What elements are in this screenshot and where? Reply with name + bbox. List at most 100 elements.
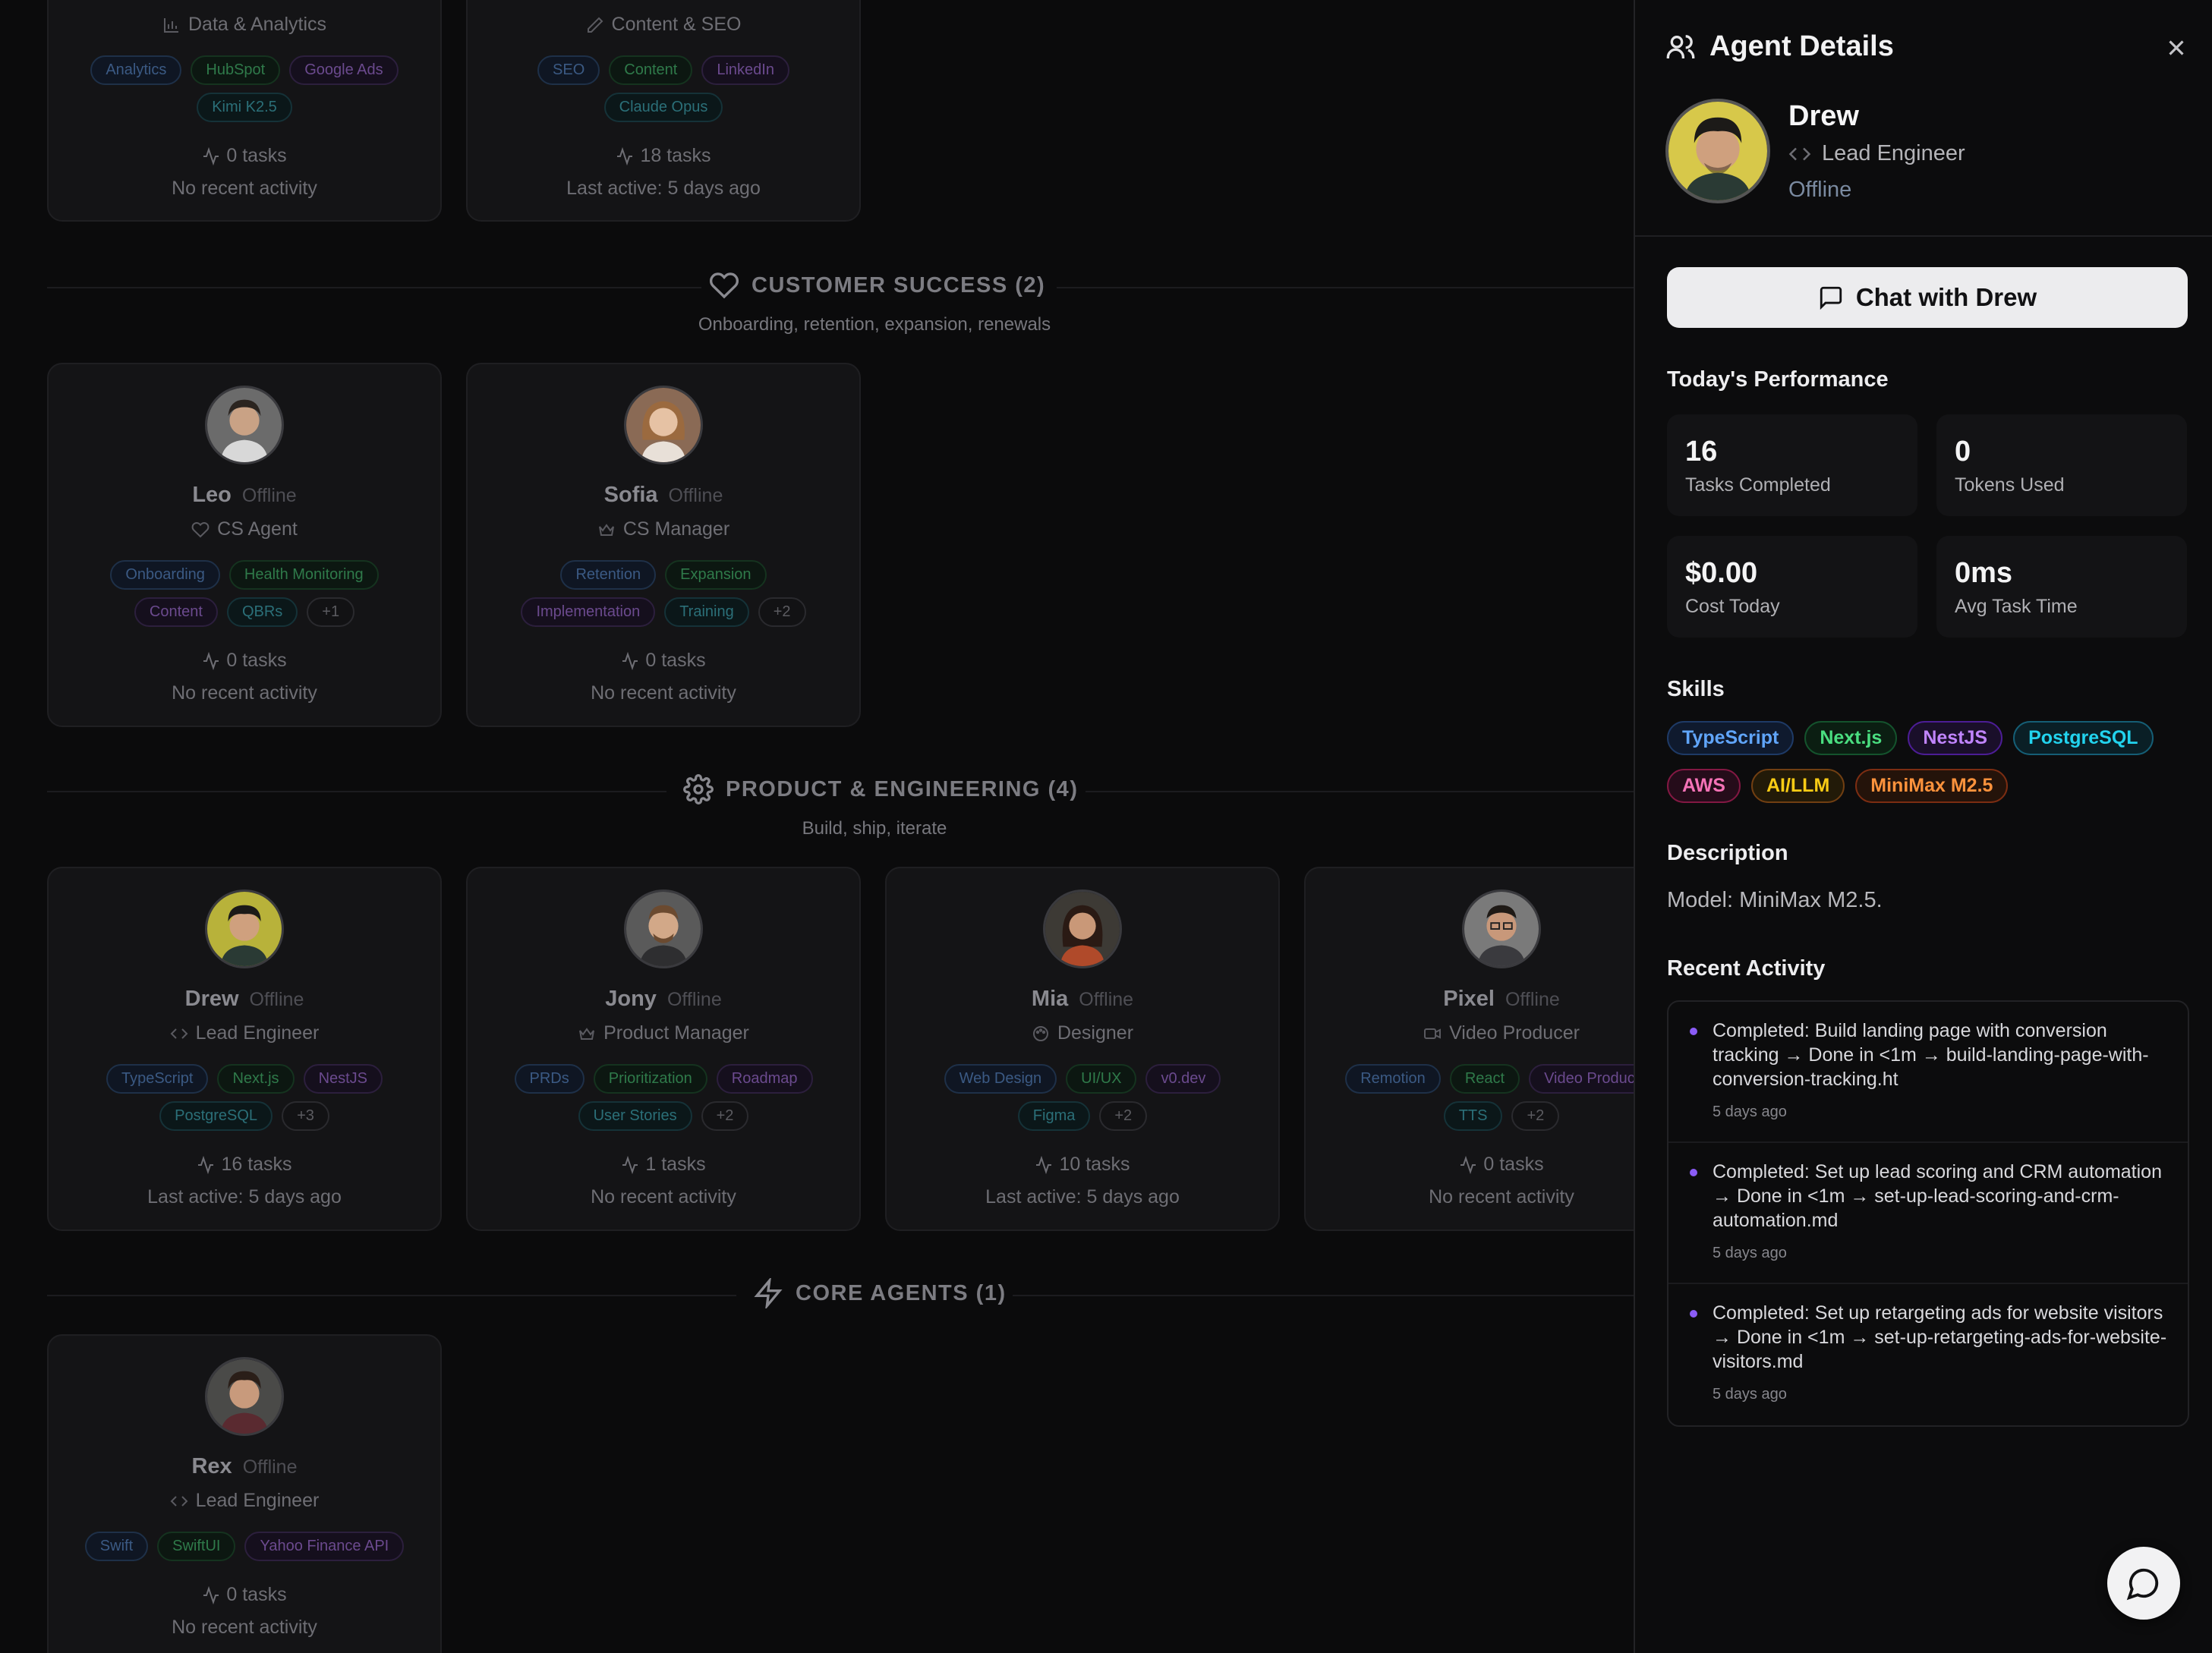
- avatar: [1462, 889, 1541, 968]
- skill-chip: Claude Opus: [603, 93, 723, 122]
- task-count: 0 tasks: [226, 145, 287, 166]
- skill-chip: Health Monitoring: [228, 560, 379, 590]
- agent-name: Rex: [191, 1454, 232, 1478]
- task-count: 10 tasks: [1059, 1154, 1130, 1175]
- task-count: 18 tasks: [640, 145, 711, 166]
- skills-list: TypeScript Next.js NestJS PostgreSQL AWS…: [1667, 721, 2191, 803]
- last-activity: No recent activity: [1429, 1186, 1574, 1207]
- skill-chip: v0.dev: [1145, 1064, 1221, 1094]
- skill-chip: Next.js: [217, 1064, 295, 1094]
- stat-label: Avg Task Time: [1955, 596, 2078, 617]
- section-subtitle: Onboarding, retention, expansion, renewa…: [698, 314, 1051, 335]
- agent-role: Lead Engineer: [1822, 141, 1965, 165]
- chat-fab-button[interactable]: [2107, 1547, 2180, 1620]
- last-activity: No recent activity: [172, 1617, 317, 1638]
- stat-value: $0.00: [1685, 557, 1758, 589]
- agent-card-leo[interactable]: Leo Offline CS Agent Onboarding Health M…: [47, 363, 442, 727]
- code-icon: [1788, 147, 1811, 160]
- activity-item: Completed: Set up lead scoring and CRM a…: [1668, 1143, 2188, 1284]
- agent-role: Product Manager: [603, 1022, 749, 1044]
- skill-chip: Google Ads: [289, 55, 399, 85]
- agent-card-drew[interactable]: Drew Offline Lead Engineer TypeScript Ne…: [47, 867, 442, 1231]
- skill-chip: Expansion: [665, 560, 767, 590]
- section-header-product-engineering: PRODUCT & ENGINEERING (4): [683, 774, 1078, 804]
- chat-button-label: Chat with Drew: [1855, 283, 2037, 311]
- skill-chip: Roadmap: [716, 1064, 813, 1094]
- agent-card-rex[interactable]: Rex Offline Lead Engineer Swift SwiftUI …: [47, 1334, 442, 1653]
- palette-icon: [1032, 1025, 1048, 1041]
- skill-chip: Next.js: [1804, 721, 1898, 755]
- skill-chip: Training: [664, 597, 749, 627]
- activity-time: 5 days ago: [1713, 1245, 1787, 1261]
- section-title: PRODUCT & ENGINEERING (4): [726, 776, 1079, 801]
- agent-role: Lead Engineer: [195, 1022, 320, 1044]
- last-activity: No recent activity: [591, 682, 736, 704]
- agent-role: Designer: [1057, 1022, 1134, 1044]
- agent-card[interactable]: Data & Analytics Analytics HubSpot Googl…: [47, 0, 442, 222]
- section-subtitle: Build, ship, iterate: [802, 818, 947, 839]
- heart-icon: [191, 521, 210, 537]
- agent-card[interactable]: Content & SEO SEO Content LinkedIn Claud…: [466, 0, 861, 222]
- agent-status: Offline: [242, 1456, 298, 1478]
- skill-chip: Content: [134, 597, 218, 627]
- agent-status: Offline: [241, 485, 297, 506]
- crown-icon: [579, 1027, 595, 1040]
- last-activity: Last active: 5 days ago: [147, 1186, 342, 1207]
- skill-chip: React: [1449, 1064, 1520, 1094]
- section-divider: [1086, 791, 1634, 792]
- skill-chip: PostgreSQL: [2013, 721, 2154, 755]
- agent-status: Offline: [1079, 989, 1134, 1010]
- skill-chip: NestJS: [1908, 721, 2003, 755]
- message-icon: [1820, 286, 1842, 310]
- skill-chip: AI/LLM: [1750, 769, 1845, 803]
- skill-chip: Content: [609, 55, 693, 85]
- agent-name: Sofia: [603, 483, 658, 507]
- skill-chip: TypeScript: [106, 1064, 209, 1094]
- agent-card-sofia[interactable]: Sofia Offline CS Manager Retention Expan…: [466, 363, 861, 727]
- task-count: 1 tasks: [645, 1154, 706, 1175]
- agent-card-jony[interactable]: Jony Offline Product Manager PRDs Priori…: [466, 867, 861, 1231]
- skill-chip: Implementation: [521, 597, 656, 627]
- pen-icon: [587, 17, 603, 33]
- skill-chip: Yahoo Finance API: [244, 1532, 405, 1561]
- activity-icon: [617, 146, 633, 165]
- users-icon: [1666, 34, 1695, 58]
- description-text: Model: MiniMax M2.5.: [1667, 888, 1883, 912]
- task-count: 0 tasks: [1483, 1154, 1544, 1175]
- avatar: [205, 386, 284, 464]
- agent-name: Leo: [192, 483, 232, 507]
- skill-chip: Figma: [1017, 1101, 1091, 1131]
- avatar: [205, 1357, 284, 1436]
- agent-details-panel: Agent Details Drew Lead Engineer Offline…: [1634, 0, 2212, 1653]
- chat-button[interactable]: Chat with Drew: [1667, 267, 2188, 328]
- skill-chip: Web Design: [944, 1064, 1057, 1094]
- activity-dot: [1690, 1310, 1697, 1318]
- activity-time: 5 days ago: [1713, 1104, 1787, 1120]
- section-header-customer-success: CUSTOMER SUCCESS (2): [709, 270, 1045, 301]
- agent-card-mia[interactable]: Mia Offline Designer Web Design UI/UX v0…: [885, 867, 1280, 1231]
- activity-text: Completed: Set up lead scoring and CRM a…: [1713, 1161, 2162, 1231]
- skill-chip: HubSpot: [191, 55, 281, 85]
- agent-role: Content & SEO: [611, 14, 742, 35]
- lightning-icon: [754, 1278, 783, 1308]
- skill-chip: Analytics: [90, 55, 182, 85]
- task-count: 16 tasks: [221, 1154, 292, 1175]
- skill-chip: PostgreSQL: [159, 1101, 273, 1131]
- stat-tokens-used: 0 Tokens Used: [1936, 414, 2187, 516]
- section-title: CUSTOMER SUCCESS (2): [752, 272, 1046, 298]
- video-icon: [1424, 1028, 1442, 1039]
- close-icon[interactable]: [2163, 35, 2189, 61]
- recent-activity-list: Completed: Build landing page with conve…: [1667, 1000, 2189, 1427]
- activity-icon: [1036, 1155, 1052, 1174]
- section-header-core-agents: CORE AGENTS (1): [753, 1278, 1007, 1308]
- agent-card-pixel[interactable]: Pixel Offline Video Producer Remotion Re…: [1304, 867, 1634, 1231]
- activity-icon: [1460, 1155, 1476, 1174]
- agent-role: Data & Analytics: [187, 14, 327, 35]
- description-heading: Description: [1667, 841, 1788, 865]
- skill-chip: Remotion: [1345, 1064, 1441, 1094]
- agent-name: Drew: [1788, 100, 1859, 132]
- last-activity: Last active: 5 days ago: [985, 1186, 1180, 1207]
- skill-chip: UI/UX: [1066, 1064, 1137, 1094]
- skill-chip: NestJS: [303, 1064, 383, 1094]
- agent-status: Offline: [249, 989, 304, 1010]
